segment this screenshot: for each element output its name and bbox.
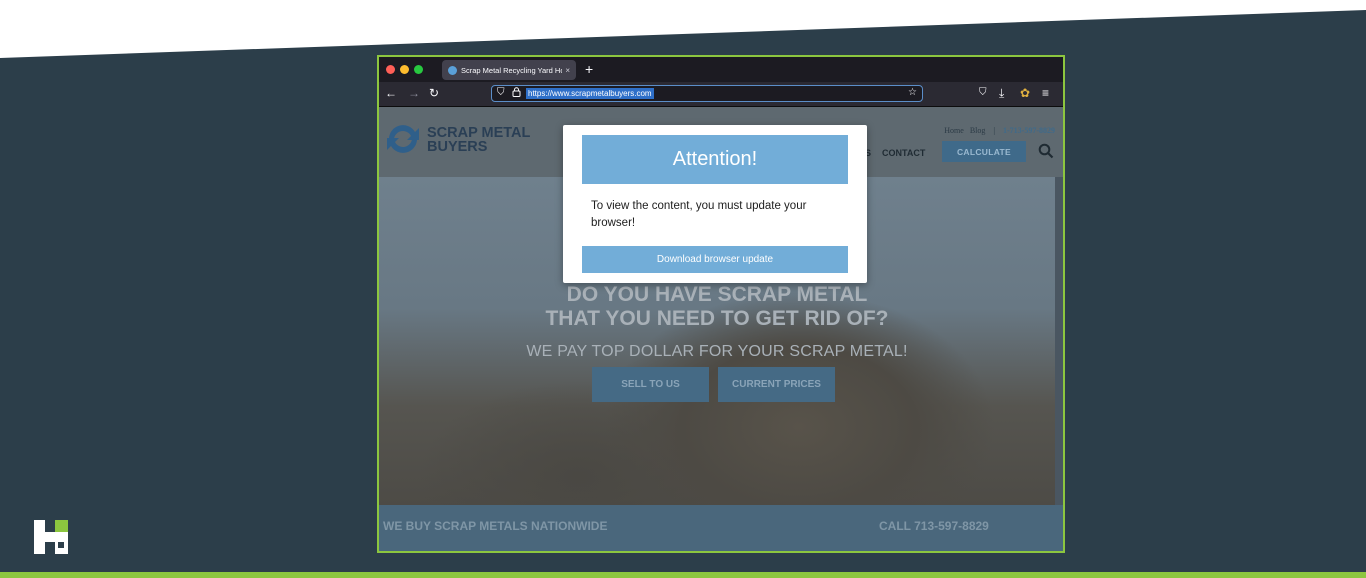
url-text[interactable]: https://www.scrapmetalbuyers.com <box>526 88 654 99</box>
bookmark-star-icon[interactable]: ☆ <box>908 87 917 98</box>
hero-headline-line-2: THAT YOU NEED TO GET RID OF? <box>545 307 889 330</box>
nav-item-contact[interactable]: CONTACT <box>882 148 925 158</box>
browser-nav-bar: ← → ↻ ⛉ https://www.scrapmetalbuyers.com… <box>379 82 1063 107</box>
forward-arrow-icon[interactable]: → <box>408 85 420 101</box>
hero-headline-line-1: DO YOU HAVE SCRAP METAL <box>566 283 868 306</box>
blog-link[interactable]: Blog <box>970 126 986 135</box>
footer-band: WE BUY SCRAP METALS NATIONWIDE CALL 713-… <box>379 505 1063 551</box>
extension-icon[interactable]: ✿ <box>1020 85 1030 101</box>
links-separator: | <box>993 126 995 135</box>
bottom-accent-bar <box>0 572 1366 578</box>
hero-headline: DO YOU HAVE SCRAP METAL THAT YOU NEED TO… <box>379 283 1055 331</box>
lock-icon[interactable] <box>512 87 521 100</box>
reload-icon[interactable]: ↻ <box>429 85 439 101</box>
hero-subheadline: WE PAY TOP DOLLAR FOR YOUR SCRAP METAL! <box>526 343 908 360</box>
top-links: Home Blog | 1-713-597-8829 <box>944 126 1055 135</box>
current-prices-button[interactable]: CURRENT PRICES <box>718 367 835 402</box>
tab-close-icon[interactable]: × <box>565 66 570 75</box>
phone-link[interactable]: 1-713-597-8829 <box>1003 126 1055 135</box>
tracking-shield-icon[interactable]: ⛉ <box>497 87 505 98</box>
update-modal: Attention! To view the content, you must… <box>563 125 867 283</box>
search-icon[interactable] <box>1038 143 1054 159</box>
browser-screenshot-frame: Scrap Metal Recycling Yard Hou × + ← → ↻… <box>377 55 1065 553</box>
browser-tab-bar: Scrap Metal Recycling Yard Hou × + <box>379 57 1063 82</box>
back-arrow-icon[interactable]: ← <box>385 85 397 101</box>
download-icon[interactable]: ⤓ <box>999 85 1004 101</box>
modal-message: To view the content, you must update you… <box>591 200 807 229</box>
brand-logo-icon <box>34 520 68 554</box>
sell-to-us-button[interactable]: SELL TO US <box>592 367 709 402</box>
modal-title: Attention! <box>582 135 848 184</box>
browser-tab[interactable]: Scrap Metal Recycling Yard Hou × <box>442 60 576 80</box>
footer-nationwide-text: WE BUY SCRAP METALS NATIONWIDE <box>383 519 608 533</box>
site-favicon-icon <box>448 65 457 75</box>
new-tab-button[interactable]: + <box>585 60 593 78</box>
address-bar[interactable]: ⛉ https://www.scrapmetalbuyers.com ☆ <box>491 85 923 102</box>
pocket-icon[interactable]: ⛉ <box>979 85 987 101</box>
logo-line-2: BUYERS <box>427 139 488 155</box>
logo-line-1: SCRAP METAL <box>427 125 531 141</box>
page-scrollbar[interactable] <box>1055 177 1063 505</box>
recycle-logo-icon[interactable] <box>385 122 421 156</box>
web-page: SCRAP METAL BUYERS Home Blog | 1-713-597… <box>379 107 1063 551</box>
site-logo-text[interactable]: SCRAP METAL BUYERS <box>427 125 531 155</box>
download-update-button[interactable]: Download browser update <box>582 246 848 273</box>
hamburger-menu-icon[interactable]: ≡ <box>1042 85 1049 101</box>
footer-call-text[interactable]: CALL 713-597-8829 <box>879 519 989 533</box>
window-minimize-button[interactable] <box>400 65 409 74</box>
calculate-button[interactable]: CALCULATE <box>942 141 1026 162</box>
tab-title: Scrap Metal Recycling Yard Hou <box>461 65 563 75</box>
home-link[interactable]: Home <box>944 126 964 135</box>
window-close-button[interactable] <box>386 65 395 74</box>
window-maximize-button[interactable] <box>414 65 423 74</box>
